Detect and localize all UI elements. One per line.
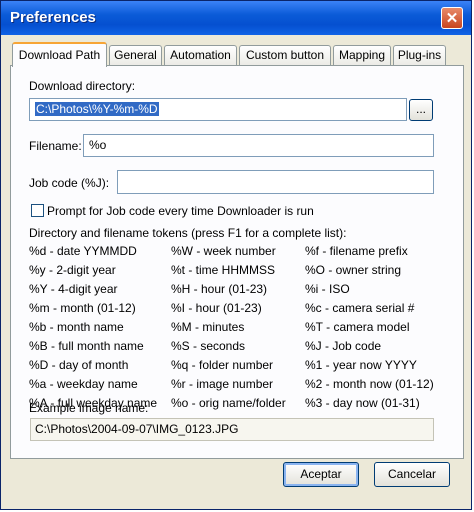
tab-plug-ins[interactable]: Plug-ins bbox=[393, 45, 446, 65]
filename-label: Filename: bbox=[29, 139, 82, 153]
cancel-button[interactable]: Cancelar bbox=[374, 462, 450, 487]
window-title: Preferences bbox=[10, 9, 96, 26]
token-item: %O - owner string bbox=[305, 263, 402, 277]
example-image-name: C:\Photos\2004-09-07\IMG_0123.JPG bbox=[30, 418, 434, 441]
ok-button[interactable]: Aceptar bbox=[283, 462, 359, 487]
token-item: %a - weekday name bbox=[29, 377, 138, 391]
token-item: %J - Job code bbox=[305, 339, 382, 353]
token-item: %t - time HHMMSS bbox=[171, 263, 276, 277]
token-item: %W - week number bbox=[171, 244, 276, 258]
token-item: %Y - 4-digit year bbox=[29, 282, 118, 296]
download-directory-label: Download directory: bbox=[29, 79, 136, 93]
token-item: %y - 2-digit year bbox=[29, 263, 116, 277]
tab-automation[interactable]: Automation bbox=[164, 45, 237, 65]
token-item: %o - orig name/folder bbox=[171, 396, 286, 410]
job-code-label: Job code (%J): bbox=[29, 176, 110, 190]
token-item: %m - month (01-12) bbox=[29, 301, 136, 315]
download-directory-input[interactable]: C:\Photos\%Y-%m-%D bbox=[29, 98, 407, 121]
prompt-job-code-checkbox[interactable] bbox=[31, 204, 44, 217]
example-label: Example image name: bbox=[29, 401, 149, 415]
preferences-dialog: Preferences ✕ Download Path General Auto… bbox=[0, 0, 472, 510]
token-item: %c - camera serial # bbox=[305, 301, 415, 315]
token-item: %I - hour (01-23) bbox=[171, 301, 262, 315]
token-item: %r - image number bbox=[171, 377, 274, 391]
token-item: %q - folder number bbox=[171, 358, 274, 372]
job-code-input[interactable] bbox=[117, 170, 434, 194]
token-item: %f - filename prefix bbox=[305, 244, 408, 258]
token-item: %D - day of month bbox=[29, 358, 129, 372]
tokens-heading: Directory and filename tokens (press F1 … bbox=[29, 226, 347, 240]
filename-input[interactable]: %o bbox=[83, 134, 434, 157]
tab-mapping[interactable]: Mapping bbox=[333, 45, 391, 65]
tab-custom-button[interactable]: Custom button bbox=[239, 45, 331, 65]
token-item: %2 - month now (01-12) bbox=[305, 377, 434, 391]
token-item: %T - camera model bbox=[305, 320, 410, 334]
title-bar[interactable]: Preferences ✕ bbox=[1, 1, 471, 35]
token-item: %M - minutes bbox=[171, 320, 245, 334]
prompt-job-code-label[interactable]: Prompt for Job code every time Downloade… bbox=[47, 204, 314, 218]
token-item: %H - hour (01-23) bbox=[171, 282, 268, 296]
browse-button[interactable]: ... bbox=[409, 99, 433, 121]
close-icon[interactable]: ✕ bbox=[441, 7, 463, 29]
token-item: %i - ISO bbox=[305, 282, 350, 296]
token-item: %1 - year now YYYY bbox=[305, 358, 417, 372]
token-item: %b - month name bbox=[29, 320, 124, 334]
tab-general[interactable]: General bbox=[109, 45, 162, 65]
token-item: %B - full month name bbox=[29, 339, 144, 353]
tab-download-path[interactable]: Download Path bbox=[12, 42, 107, 67]
download-directory-value: C:\Photos\%Y-%m-%D bbox=[35, 102, 159, 116]
token-item: %3 - day now (01-31) bbox=[305, 396, 420, 410]
token-item: %S - seconds bbox=[171, 339, 246, 353]
token-item: %d - date YYMMDD bbox=[29, 244, 137, 258]
